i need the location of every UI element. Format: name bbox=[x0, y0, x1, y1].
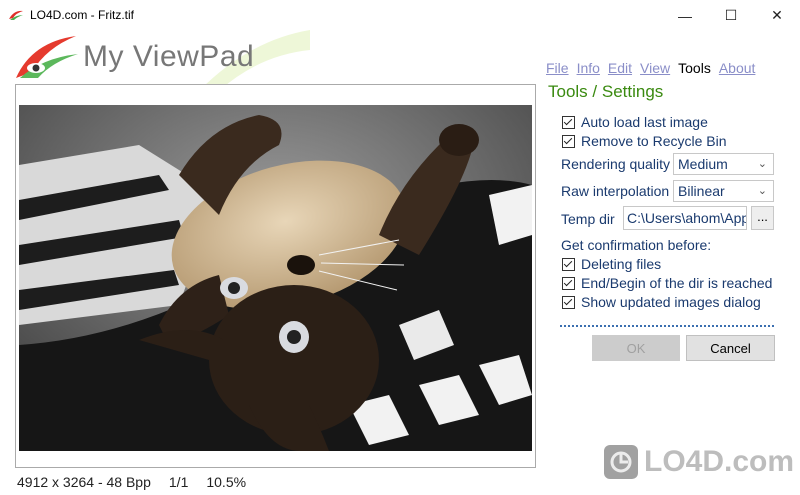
checkbox-checked-icon[interactable] bbox=[562, 276, 575, 290]
cancel-button[interactable]: Cancel bbox=[686, 335, 775, 361]
lo4d-watermark: LO4D.com bbox=[604, 445, 794, 479]
watermark-text: LO4D.com bbox=[644, 445, 795, 478]
confirm-deleting-label: Deleting files bbox=[581, 256, 662, 272]
maximize-button[interactable]: ☐ bbox=[708, 0, 754, 31]
raw-interpolation-value: Bilinear bbox=[678, 183, 725, 199]
confirmation-heading: Get confirmation before: bbox=[561, 237, 712, 253]
zoom-level: 10.5% bbox=[206, 474, 247, 490]
menu-about[interactable]: About bbox=[719, 60, 756, 76]
settings-divider bbox=[560, 325, 774, 327]
confirm-end-checkbox[interactable]: End/Begin of the dir is reached bbox=[562, 275, 772, 291]
recycle-bin-label: Remove to Recycle Bin bbox=[581, 133, 727, 149]
browse-temp-dir-button[interactable]: ... bbox=[751, 206, 774, 230]
confirm-updated-checkbox[interactable]: Show updated images dialog bbox=[562, 294, 761, 310]
lo4d-logo-icon bbox=[604, 445, 638, 479]
app-name: My ViewPad bbox=[83, 40, 255, 73]
temp-dir-label: Temp dir bbox=[561, 211, 615, 227]
confirm-updated-label: Show updated images dialog bbox=[581, 294, 761, 310]
menu-tools[interactable]: Tools bbox=[678, 60, 711, 76]
image-dimensions: 4912 x 3264 - 48 Bpp bbox=[17, 474, 151, 490]
menu-bar: File Info Edit View Tools About bbox=[546, 60, 763, 76]
raw-interpolation-select[interactable]: Bilinear ⌄ bbox=[673, 180, 774, 202]
settings-title: Tools / Settings bbox=[548, 82, 664, 101]
title-bar: LO4D.com - Fritz.tif — ☐ ✕ bbox=[0, 0, 800, 31]
ok-button[interactable]: OK bbox=[592, 335, 680, 361]
window-title: LO4D.com - Fritz.tif bbox=[30, 8, 135, 22]
recycle-bin-checkbox[interactable]: Remove to Recycle Bin bbox=[562, 133, 727, 149]
confirm-end-label: End/Begin of the dir is reached bbox=[581, 275, 773, 291]
checkbox-checked-icon[interactable] bbox=[562, 295, 575, 309]
minimize-button[interactable]: — bbox=[662, 0, 708, 31]
chevron-down-icon: ⌄ bbox=[757, 158, 767, 170]
temp-dir-input[interactable]: C:\Users\ahom\App bbox=[623, 206, 747, 230]
status-bar: 4912 x 3264 - 48 Bpp 1/1 10.5% bbox=[17, 474, 264, 490]
rendering-quality-select[interactable]: Medium ⌄ bbox=[673, 153, 774, 175]
menu-info[interactable]: Info bbox=[577, 60, 600, 76]
rendering-quality-value: Medium bbox=[678, 156, 728, 172]
cat-photo[interactable] bbox=[19, 105, 532, 451]
rendering-quality-label: Rendering quality bbox=[561, 156, 670, 172]
menu-view[interactable]: View bbox=[640, 60, 670, 76]
page-indicator: 1/1 bbox=[168, 474, 189, 490]
image-viewer[interactable] bbox=[15, 84, 536, 468]
auto-load-checkbox[interactable]: Auto load last image bbox=[562, 114, 708, 130]
auto-load-label: Auto load last image bbox=[581, 114, 708, 130]
checkbox-checked-icon[interactable] bbox=[562, 257, 575, 271]
app-icon bbox=[9, 10, 23, 20]
checkbox-checked-icon[interactable] bbox=[562, 134, 575, 148]
checkbox-checked-icon[interactable] bbox=[562, 115, 575, 129]
viewpad-logo bbox=[16, 36, 78, 78]
chevron-down-icon: ⌄ bbox=[757, 185, 767, 197]
menu-file[interactable]: File bbox=[546, 60, 569, 76]
confirm-deleting-checkbox[interactable]: Deleting files bbox=[562, 256, 661, 272]
raw-interpolation-label: Raw interpolation bbox=[561, 183, 670, 199]
close-button[interactable]: ✕ bbox=[754, 0, 800, 31]
menu-edit[interactable]: Edit bbox=[608, 60, 632, 76]
